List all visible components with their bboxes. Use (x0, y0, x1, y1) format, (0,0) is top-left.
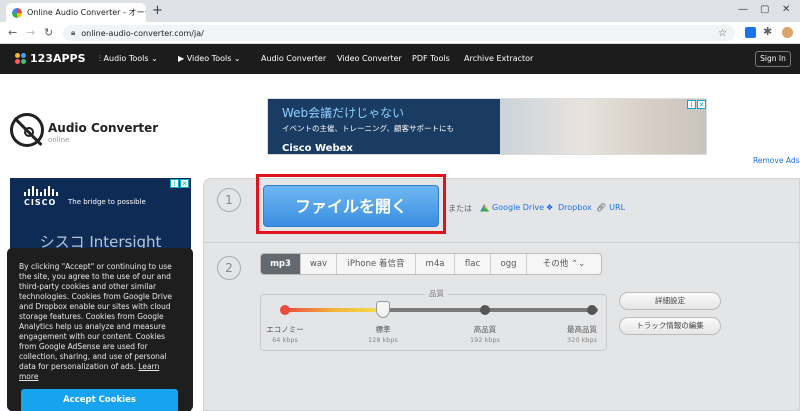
format-flac[interactable]: flac (455, 254, 491, 274)
bookmark-star-icon[interactable]: ☆ (718, 28, 727, 39)
accept-cookies-button[interactable]: Accept Cookies (21, 389, 178, 411)
extensions-puzzle-icon[interactable]: ✱ (763, 25, 772, 38)
quality-label: 品質 (425, 288, 448, 299)
audio-converter-logo-icon (10, 113, 44, 147)
nav-video-tools[interactable]: ▶ Video Tools ⌄ (178, 54, 241, 63)
forward-arrow-icon[interactable]: → (26, 26, 35, 39)
step-divider (203, 242, 800, 243)
nav-video-converter[interactable]: Video Converter (337, 54, 402, 63)
quality-kbps-best: 320 kbps (567, 336, 597, 344)
sign-in-button[interactable]: Sign In (755, 51, 791, 67)
nav-pdf-tools[interactable]: PDF Tools (412, 54, 450, 63)
quality-name-high: 高品質 (473, 325, 497, 334)
back-arrow-icon[interactable]: ← (8, 26, 17, 39)
cookie-text: By clicking "Accept" or continuing to us… (19, 262, 172, 381)
site-navbar: 123APPS ⫶ Audio Tools ⌄ ▶ Video Tools ⌄ … (0, 44, 800, 74)
advanced-settings-button[interactable]: 詳細設定 (619, 292, 721, 310)
step-1-number: 1 (217, 188, 241, 212)
remove-ads-link[interactable]: Remove Ads (753, 156, 800, 165)
ad-headline: Web会議だけじゃない (282, 106, 405, 120)
format-wav[interactable]: wav (301, 254, 337, 274)
ad-info-icon[interactable]: i (687, 100, 696, 109)
quality-stop-best[interactable] (587, 305, 597, 315)
edit-track-info-button[interactable]: トラック情報の編集 (619, 317, 721, 335)
format-m4a[interactable]: m4a (416, 254, 455, 274)
ad-logo: Cisco Webex (282, 143, 353, 154)
google-drive-link[interactable]: Google Drive (480, 203, 544, 212)
link-icon: 🔗︎ (596, 203, 607, 212)
format-iphone-ringtone[interactable]: iPhone 着信音 (337, 254, 416, 274)
new-tab-button[interactable]: + (152, 3, 163, 18)
profile-avatar[interactable] (782, 27, 793, 38)
maximize-icon[interactable]: ▢ (760, 4, 769, 15)
lock-icon: 🔒︎ (71, 28, 76, 37)
step-2-number: 2 (217, 256, 241, 280)
logo-dots-icon (15, 53, 26, 64)
google-drive-icon (480, 203, 489, 212)
quality-name-standard: 標準 (375, 325, 391, 334)
nav-audio-tools[interactable]: ⫶ Audio Tools ⌄ (99, 54, 158, 64)
quality-slider-fill (284, 308, 383, 312)
format-ogg[interactable]: ogg (491, 254, 527, 274)
brand-subtitle: online (48, 136, 70, 144)
format-selector: mp3 wav iPhone 着信音 m4a flac ogg その他 ⌃⌄ (260, 253, 602, 275)
ad-close-icon[interactable]: ✕ (697, 100, 706, 109)
ad-text-panel: Web会議だけじゃない イベントの主催、トレーニング、顧客サポートにも Cisc… (268, 99, 500, 154)
address-bar[interactable]: 🔒︎ online-audio-converter.com/ja/ ☆ (63, 25, 735, 41)
play-icon: ▶ (178, 54, 187, 63)
dropbox-icon: ❖ (546, 202, 554, 212)
nav-audio-converter[interactable]: Audio Converter (261, 54, 326, 63)
cisco-logo-icon (24, 186, 58, 196)
brand-title: Audio Converter (48, 121, 159, 135)
nav-archive-extractor[interactable]: Archive Extractor (464, 54, 533, 63)
quality-kbps-economy: 64 kbps (272, 336, 298, 344)
url-link[interactable]: 🔗︎ URL (596, 203, 625, 212)
quality-name-best: 最高品質 (567, 325, 597, 334)
side-ad-info-icon[interactable]: i (170, 179, 179, 188)
download-extension-icon[interactable] (745, 27, 756, 38)
top-banner-ad[interactable]: Web会議だけじゃない イベントの主催、トレーニング、顧客サポートにも Cisc… (267, 98, 707, 155)
open-file-highlight (256, 174, 446, 234)
window-close-icon[interactable]: ✕ (782, 4, 790, 15)
quality-stop-economy[interactable] (280, 305, 290, 315)
reload-icon[interactable]: ↻ (44, 26, 53, 39)
side-ad-brand: CISCO (24, 198, 57, 207)
minimize-icon[interactable]: — (738, 4, 748, 15)
side-ad-close-icon[interactable]: ✕ (180, 179, 189, 188)
cookie-consent-banner: By clicking "Accept" or continuing to us… (7, 248, 193, 411)
or-label: または (448, 204, 472, 213)
quality-kbps-standard: 128 kbps (368, 336, 398, 344)
url-text: online-audio-converter.com/ja/ (81, 28, 204, 38)
format-other-dropdown[interactable]: その他 ⌃⌄ (527, 254, 601, 274)
logo-text: 123APPS (30, 52, 86, 65)
ad-subline: イベントの主催、トレーニング、顧客サポートにも (282, 124, 454, 133)
dropbox-link[interactable]: ❖ Dropbox (546, 203, 592, 212)
quality-slider-thumb[interactable] (376, 301, 390, 318)
quality-stop-high[interactable] (480, 305, 490, 315)
quality-name-economy: エコノミー (266, 325, 304, 334)
site-favicon-icon (12, 7, 22, 18)
site-logo[interactable]: 123APPS (15, 52, 86, 65)
ad-photo (500, 99, 706, 154)
browser-tab[interactable]: Online Audio Converter - オーディ ✕ (6, 3, 146, 22)
format-mp3[interactable]: mp3 (261, 254, 301, 274)
browser-tab-strip: Online Audio Converter - オーディ ✕ + — ▢ ✕ (0, 0, 800, 22)
tab-title: Online Audio Converter - オーディ (27, 8, 146, 17)
quality-kbps-high: 192 kbps (470, 336, 500, 344)
browser-toolbar: ← → ↻ 🔒︎ online-audio-converter.com/ja/ … (0, 22, 800, 44)
side-ad-tagline: The bridge to possible (68, 198, 146, 206)
